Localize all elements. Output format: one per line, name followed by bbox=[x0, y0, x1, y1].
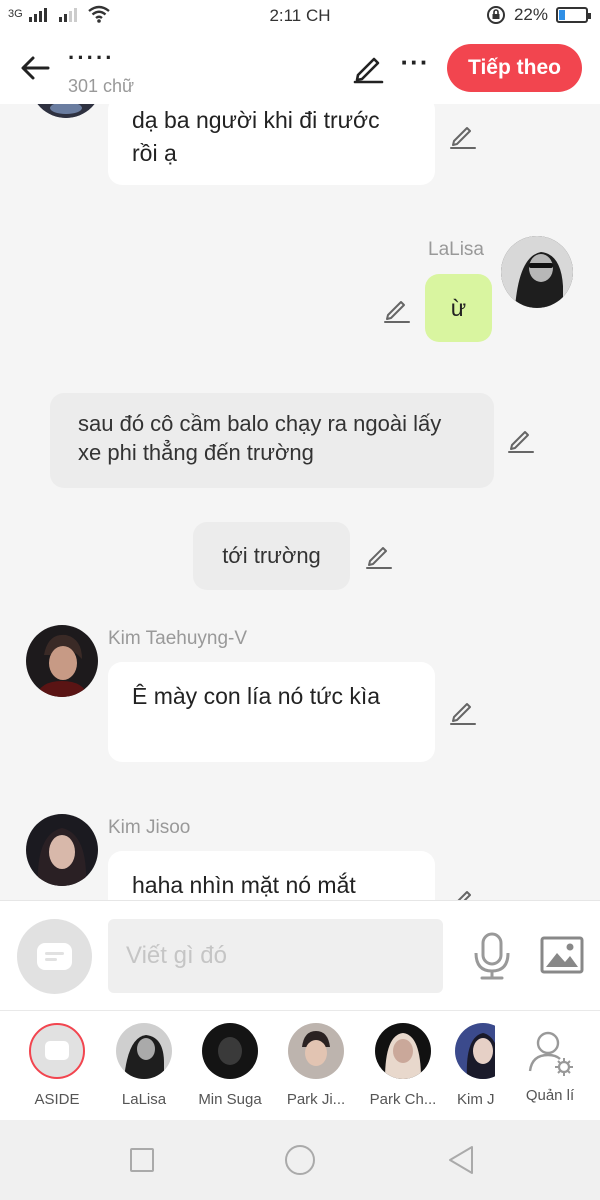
character-item[interactable]: Park Ji... bbox=[280, 1023, 352, 1108]
character-avatar bbox=[375, 1023, 431, 1079]
rotation-lock-icon bbox=[486, 6, 505, 24]
message-text: haha nhìn mặt nó mắt bbox=[132, 872, 356, 898]
message-bubble[interactable]: ừ bbox=[425, 274, 492, 342]
avatar[interactable] bbox=[501, 236, 573, 308]
message-text: sau đó cô cầm balo chạy ra ngoài lấy xe … bbox=[78, 411, 442, 465]
character-item[interactable]: LaLisa bbox=[111, 1023, 177, 1108]
back-arrow-icon[interactable] bbox=[18, 50, 54, 86]
message-text: tới trường bbox=[222, 543, 321, 568]
status-right: 22% bbox=[486, 5, 591, 25]
character-item[interactable]: Kim J bbox=[455, 1023, 495, 1108]
character-item[interactable]: Park Ch... bbox=[366, 1023, 440, 1108]
character-selector: ASIDE LaLisa Min Suga Park Ji... Park Ch… bbox=[0, 1010, 600, 1120]
message-input[interactable] bbox=[108, 919, 443, 993]
edit-message-icon[interactable] bbox=[448, 696, 478, 726]
sender-name: Kim Taehuyng-V bbox=[108, 628, 248, 649]
user-settings-icon bbox=[528, 1031, 573, 1076]
word-count: 301 chữ bbox=[68, 76, 135, 96]
sender-name: LaLisa bbox=[428, 239, 484, 260]
narration-bubble[interactable]: sau đó cô cầm balo chạy ra ngoài lấy xe … bbox=[50, 393, 494, 488]
character-label: Park Ch... bbox=[369, 1091, 437, 1108]
avatar[interactable] bbox=[30, 104, 102, 118]
edit-pencil-icon[interactable] bbox=[352, 50, 386, 84]
avatar[interactable] bbox=[26, 625, 98, 697]
message-bubble[interactable]: dạ ba người khi đi trước rồi ạ bbox=[108, 104, 435, 185]
next-button[interactable]: Tiếp theo bbox=[447, 44, 582, 92]
message-text: ừ bbox=[450, 295, 467, 321]
character-aside[interactable]: ASIDE bbox=[26, 1023, 88, 1108]
compose-bar bbox=[0, 900, 600, 1010]
system-nav-bar bbox=[0, 1120, 600, 1200]
battery-icon bbox=[556, 7, 591, 23]
editor-header: ····· 301 chữ ··· Tiếp theo bbox=[0, 32, 600, 104]
avatar[interactable] bbox=[26, 814, 98, 886]
message-text: Ê mày con lía nó tức kìa bbox=[132, 683, 381, 709]
edit-message-icon[interactable] bbox=[506, 424, 536, 454]
more-options-icon[interactable]: ··· bbox=[398, 49, 432, 82]
aside-avatar bbox=[29, 1023, 85, 1079]
aside-icon bbox=[37, 943, 72, 970]
character-label: Kim J bbox=[457, 1091, 495, 1108]
message-bubble[interactable]: Ê mày con lía nó tức kìa bbox=[108, 662, 435, 762]
character-label: Park Ji... bbox=[286, 1091, 346, 1108]
message-bubble[interactable]: haha nhìn mặt nó mắt bbox=[108, 851, 435, 900]
back-button[interactable] bbox=[446, 1144, 476, 1176]
character-label: ASIDE bbox=[34, 1091, 80, 1108]
character-avatar bbox=[116, 1023, 172, 1079]
edit-message-icon[interactable] bbox=[448, 120, 478, 150]
character-item[interactable]: Min Suga bbox=[194, 1023, 266, 1108]
character-avatar bbox=[288, 1023, 344, 1079]
battery-percent: 22% bbox=[513, 5, 548, 24]
edit-message-icon[interactable] bbox=[364, 540, 394, 570]
aside-toggle-button[interactable] bbox=[17, 919, 92, 994]
edit-message-icon[interactable] bbox=[448, 884, 478, 900]
edit-message-icon[interactable] bbox=[382, 294, 412, 324]
status-bar: 3G 2:11 CH 22% bbox=[0, 0, 600, 32]
character-avatar bbox=[455, 1023, 495, 1079]
character-avatar bbox=[202, 1023, 258, 1079]
sender-name: Kim Jisoo bbox=[108, 817, 191, 838]
character-label: Min Suga bbox=[198, 1091, 262, 1108]
character-label: LaLisa bbox=[121, 1091, 167, 1108]
microphone-icon[interactable] bbox=[472, 931, 512, 981]
home-button[interactable] bbox=[285, 1145, 315, 1175]
recent-apps-button[interactable] bbox=[130, 1148, 154, 1172]
image-icon[interactable] bbox=[540, 935, 584, 975]
story-title: ····· bbox=[68, 45, 115, 70]
manage-characters-button[interactable]: Quản lí bbox=[520, 1023, 580, 1104]
message-text: dạ ba người khi đi trước rồi ạ bbox=[132, 107, 380, 166]
character-label: Quản lí bbox=[525, 1087, 575, 1104]
chat-area[interactable]: dạ ba người khi đi trước rồi ạ LaLisa ừ … bbox=[0, 104, 600, 900]
narration-bubble[interactable]: tới trường bbox=[193, 522, 350, 590]
